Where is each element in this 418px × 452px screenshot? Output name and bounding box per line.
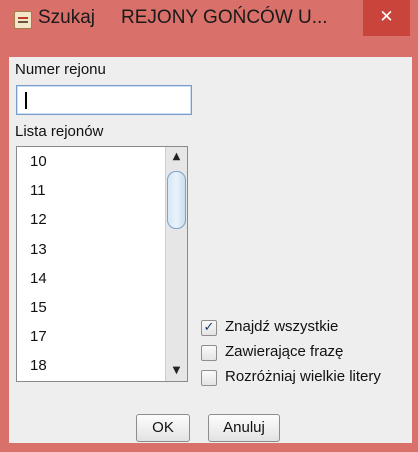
list-item[interactable]: 14 (17, 264, 164, 293)
text-caret (25, 92, 27, 109)
scroll-thumb[interactable] (167, 171, 186, 229)
scroll-down-icon[interactable]: ▼ (166, 363, 187, 379)
window-title-text: REJONY GOŃCÓW U... (121, 7, 328, 28)
case-sensitive-checkbox[interactable] (201, 370, 217, 386)
close-icon: ✕ (379, 7, 394, 27)
scroll-up-icon[interactable]: ▲ (166, 149, 187, 165)
checkmark-icon: ✓ (203, 320, 215, 335)
list-item[interactable]: 10 (17, 147, 164, 176)
case-sensitive-label: Rozróżniaj wielkie litery (225, 368, 381, 385)
region-list-label: Lista rejonów (15, 123, 104, 140)
list-item[interactable]: 15 (17, 293, 164, 322)
close-button[interactable]: ✕ (363, 0, 410, 36)
title-bar[interactable]: Szukaj REJONY GOŃCÓW U... ✕ (0, 0, 418, 38)
dialog-content: Numer rejonu Lista rejonów 10 11 12 13 1… (9, 57, 412, 443)
list-item[interactable]: 17 (17, 322, 164, 351)
region-list-items: 10 11 12 13 14 15 17 18 (17, 147, 164, 381)
list-scrollbar[interactable]: ▲ ▼ (165, 147, 187, 381)
region-number-label: Numer rejonu (15, 61, 106, 78)
list-item[interactable]: 11 (17, 176, 164, 205)
list-item[interactable]: 13 (17, 235, 164, 264)
cancel-button[interactable]: Anuluj (208, 414, 280, 442)
region-list[interactable]: 10 11 12 13 14 15 17 18 ▲ ▼ (16, 146, 188, 382)
window-title: Szukaj REJONY GOŃCÓW U... (38, 7, 328, 29)
region-number-input[interactable] (16, 85, 192, 115)
find-all-label: Znajdź wszystkie (225, 318, 339, 335)
search-dialog: Szukaj REJONY GOŃCÓW U... ✕ Numer rejonu … (0, 0, 418, 452)
ok-button[interactable]: OK (136, 414, 190, 442)
contains-phrase-label: Zawierające frazę (225, 343, 344, 360)
list-item[interactable]: 12 (17, 205, 164, 234)
java-app-icon (14, 11, 32, 29)
contains-phrase-checkbox[interactable] (201, 345, 217, 361)
window-app-name: Szukaj (38, 7, 96, 28)
list-item[interactable]: 18 (17, 351, 164, 380)
find-all-checkbox[interactable]: ✓ (201, 320, 217, 336)
